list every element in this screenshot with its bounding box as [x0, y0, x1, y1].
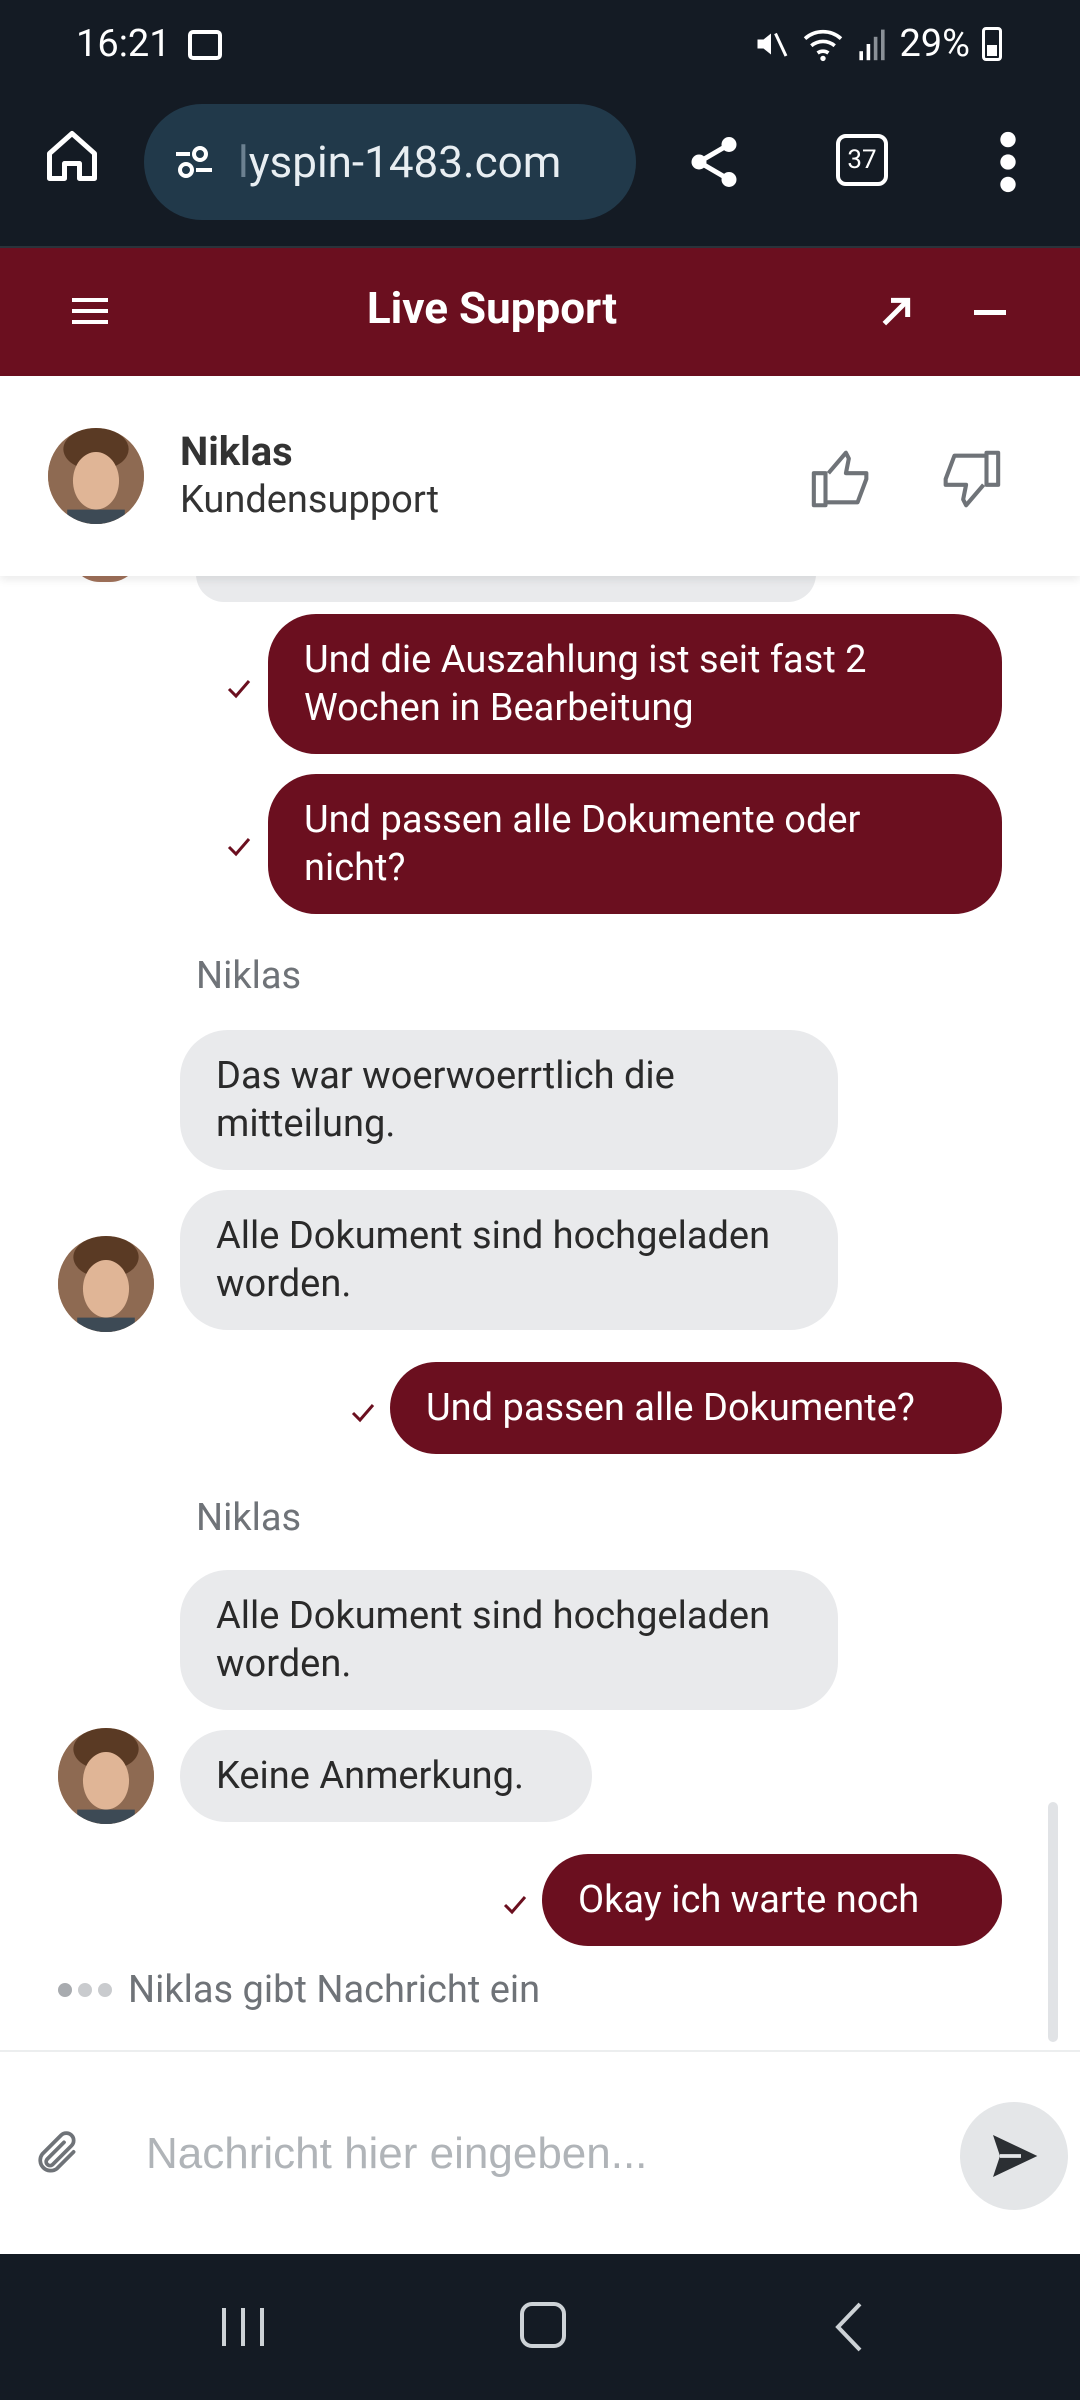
agent-card: Niklas Kundensupport [0, 376, 1080, 576]
message-bubble-outgoing: Und passen alle Dokumente? [390, 1362, 1002, 1454]
message-bubble-incoming: Alle Dokument sind hochgeladen worden. [180, 1570, 838, 1710]
message-bubble-incoming: Das war woerwoerrtlich die mitteilung. [180, 1030, 838, 1170]
battery-percent: 29% [899, 22, 970, 66]
agent-avatar [58, 1728, 154, 1824]
gallery-notification-icon [188, 30, 222, 60]
agent-role: Kundensupport [180, 478, 440, 522]
sent-check-icon [227, 680, 251, 699]
back-icon[interactable] [830, 2300, 866, 2354]
expand-arrow-icon[interactable] [876, 292, 916, 332]
thumbs-up-icon[interactable] [808, 444, 878, 514]
paperclip-icon[interactable] [34, 2126, 84, 2182]
typing-dot [58, 1983, 72, 1997]
signal-icon [859, 29, 886, 61]
site-settings-icon[interactable] [170, 138, 218, 186]
wifi-icon [804, 29, 843, 62]
typing-indicator: Niklas gibt Nachricht ein [58, 1968, 540, 2012]
sent-check-icon [351, 1404, 375, 1423]
typing-text: Niklas gibt Nachricht ein [128, 1968, 541, 2012]
sent-check-icon [503, 1896, 527, 1915]
system-navigation-bar [0, 2254, 1080, 2400]
home-button-icon[interactable] [520, 2302, 566, 2348]
agent-name: Niklas [180, 428, 293, 475]
url-text: lyspin-1483.com [238, 136, 562, 188]
typing-dot [78, 1983, 92, 1997]
agent-avatar [58, 1236, 154, 1332]
agent-avatar [48, 428, 144, 524]
message-composer [0, 2050, 1080, 2256]
sender-name: Niklas [196, 1496, 302, 1540]
message-bubble-outgoing: Und die Auszahlung ist seit fast 2 Woche… [268, 614, 1002, 754]
tab-count: 37 [847, 145, 877, 175]
support-header: Live Support [0, 248, 1080, 376]
sender-name: Niklas [196, 954, 302, 998]
thumbs-down-icon[interactable] [934, 444, 1004, 514]
recent-apps-icon[interactable] [218, 2304, 268, 2350]
more-menu-icon[interactable] [998, 130, 1018, 194]
chat-scrollbar[interactable] [1048, 1802, 1058, 2042]
mute-icon [757, 32, 788, 57]
address-bar[interactable]: lyspin-1483.com [144, 104, 636, 220]
send-button[interactable] [960, 2102, 1068, 2210]
status-bar: 16:21 29% [0, 0, 1080, 96]
support-title: Live Support [366, 282, 618, 334]
minimize-icon[interactable] [974, 310, 1006, 315]
message-bubble-outgoing: Und passen alle Dokumente oder nicht? [268, 774, 1002, 914]
typing-dot [98, 1983, 112, 1997]
message-input[interactable] [130, 2114, 962, 2194]
message-bubble-incoming: Alle Dokument sind hochgeladen worden. [180, 1190, 838, 1330]
send-icon [993, 2135, 1038, 2177]
message-bubble-outgoing: Okay ich warte noch [542, 1854, 1002, 1946]
status-right: 29% [753, 22, 1002, 66]
status-time: 16:21 [76, 22, 171, 66]
home-icon[interactable] [42, 126, 102, 186]
browser-toolbar: lyspin-1483.com 37 [0, 96, 1080, 248]
message-bubble-incoming: Keine Anmerkung. [180, 1730, 592, 1822]
share-icon[interactable] [684, 132, 744, 192]
chat-log[interactable]: Und die Auszahlung ist seit fast 2 Woche… [0, 546, 1080, 2050]
tabs-button[interactable]: 37 [836, 134, 888, 186]
sent-check-icon [227, 838, 251, 857]
battery-icon [982, 27, 1002, 61]
